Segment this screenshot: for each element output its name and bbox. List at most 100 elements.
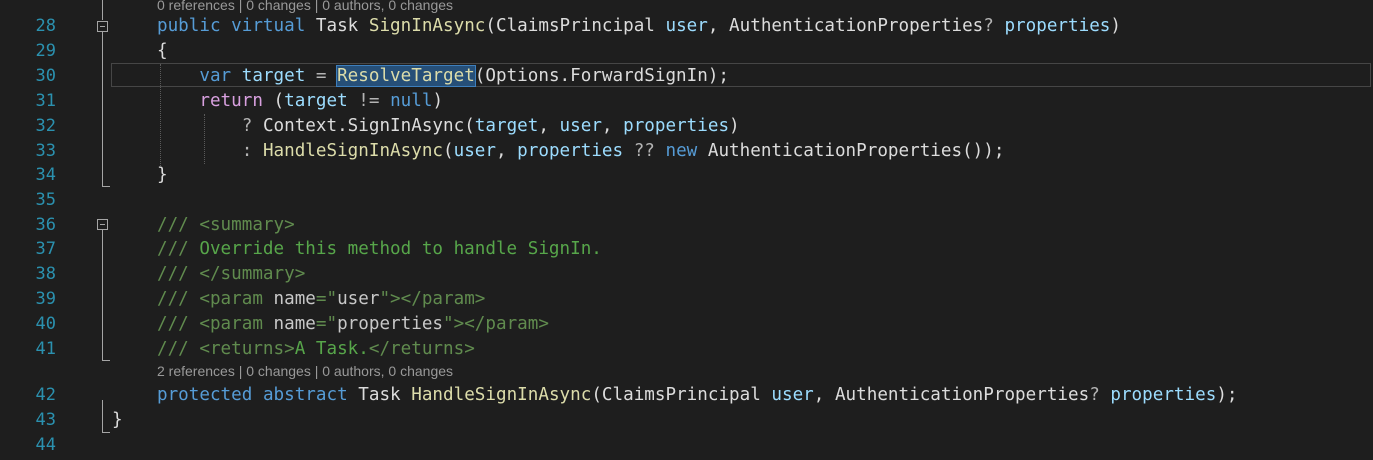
parameter: properties	[623, 116, 730, 136]
doc-comment-text: A Task.	[294, 339, 369, 359]
punctuation: (	[273, 91, 285, 111]
type-name: AuthenticationProperties	[834, 385, 1090, 405]
doc-comment-tag: </returns>	[368, 339, 475, 359]
operator: ?	[983, 16, 994, 36]
operator: ??	[633, 141, 655, 161]
type-name: AuthenticationProperties	[729, 16, 984, 36]
parameter: user	[665, 16, 708, 36]
close-brace: }	[112, 410, 123, 430]
operator: ?	[1089, 385, 1100, 405]
doc-comment-tag: </summary>	[199, 264, 306, 284]
punctuation: (	[485, 16, 496, 36]
line-number: 44	[35, 435, 56, 455]
doc-comment-slashes: ///	[157, 339, 189, 359]
doc-comment-text: Override this method to handle SignIn.	[199, 239, 602, 259]
parameter: properties	[1110, 385, 1217, 405]
code-line-30[interactable]: var target = ResolveTarget(Options.Forwa…	[157, 64, 729, 88]
punctuation: ,	[813, 385, 825, 405]
operator: =	[315, 66, 327, 86]
local-variable: target	[474, 116, 539, 136]
doc-comment-punct: ="	[315, 289, 338, 309]
code-line-43[interactable]: }	[112, 408, 123, 432]
code-line-37[interactable]: /// Override this method to handle SignI…	[157, 237, 602, 261]
parameter: user	[559, 116, 602, 136]
punctuation: ,	[538, 116, 549, 136]
keyword: var	[199, 66, 232, 86]
code-line-31[interactable]: return (target != null)	[157, 89, 443, 113]
parameter: user	[771, 385, 814, 405]
code-line-38[interactable]: /// </summary>	[157, 262, 305, 286]
punctuation: ,	[601, 116, 613, 136]
collapse-toggle-icon[interactable]	[97, 219, 108, 230]
control-keyword: return	[199, 91, 263, 111]
code-line-39[interactable]: /// <param name="user"></param>	[157, 287, 485, 311]
line-number: 43	[35, 410, 56, 430]
line-number: 31	[35, 91, 56, 111]
selected-method-name[interactable]: ResolveTarget	[336, 65, 476, 87]
line-number: 29	[35, 41, 56, 61]
operator: ?	[241, 116, 253, 136]
doc-comment-slashes: ///	[157, 289, 189, 309]
doc-comment-punct: ="	[315, 314, 338, 334]
code-line-34[interactable]: }	[157, 163, 168, 187]
doc-comment-slashes: ///	[157, 264, 189, 284]
code-line-28[interactable]: public virtual Task SignInAsync(ClaimsPr…	[157, 14, 1121, 38]
doc-comment-tag: "></param>	[443, 314, 549, 334]
keyword: new	[665, 141, 698, 161]
code-line-42[interactable]: protected abstract Task HandleSignInAsyn…	[157, 383, 1238, 407]
type-name: AuthenticationProperties	[707, 141, 963, 161]
method-name: HandleSignInAsync	[411, 385, 592, 405]
local-variable: target	[284, 91, 348, 111]
open-brace: {	[157, 41, 168, 61]
doc-comment-tag: <returns>	[199, 339, 295, 359]
line-number: 36	[35, 215, 56, 235]
code-line-40[interactable]: /// <param name="properties"></param>	[157, 312, 549, 336]
outline-end	[102, 186, 110, 187]
code-text: Context.SignInAsync(	[262, 116, 475, 136]
parameter: properties	[1004, 16, 1111, 36]
operator: !=	[358, 91, 380, 111]
method-name: HandleSignInAsync	[262, 141, 444, 161]
punctuation: ());	[962, 141, 1005, 161]
code-text: (Options.ForwardSignIn);	[474, 66, 730, 86]
outline-end	[102, 360, 110, 361]
line-number: 33	[35, 141, 56, 161]
outline-line	[102, 32, 103, 186]
doc-comment-slashes: ///	[157, 239, 189, 259]
code-line-32[interactable]: ? Context.SignInAsync(target, user, prop…	[157, 114, 740, 138]
codelens-references[interactable]: 2 references | 0 changes | 0 authors, 0 …	[157, 362, 453, 380]
code-line-33[interactable]: : HandleSignInAsync(user, properties ?? …	[157, 139, 1005, 163]
collapse-toggle-icon[interactable]	[97, 21, 108, 32]
keyword: public	[157, 16, 221, 36]
doc-comment-tag: <param	[199, 314, 263, 334]
local-variable: target	[241, 66, 306, 86]
line-number: 32	[35, 116, 56, 136]
parameter: user	[453, 141, 496, 161]
line-number: 34	[35, 165, 56, 185]
doc-comment-tag: <summary>	[199, 215, 295, 235]
code-line-29[interactable]: {	[157, 39, 168, 63]
punctuation: ,	[495, 141, 507, 161]
doc-comment-value: user	[337, 289, 380, 309]
codelens-references[interactable]: 0 references | 0 changes | 0 authors, 0 …	[157, 0, 453, 14]
outline-line	[102, 0, 103, 20]
punctuation: (	[591, 385, 602, 405]
doc-comment-slashes: ///	[157, 215, 189, 235]
code-line-41[interactable]: /// <returns>A Task.</returns>	[157, 337, 475, 361]
punctuation: )	[1110, 16, 1121, 36]
doc-comment-value: properties	[337, 314, 444, 334]
doc-comment-attr: name	[273, 314, 316, 334]
punctuation: );	[1216, 385, 1238, 405]
type-name: Task	[315, 16, 359, 36]
punctuation: (	[443, 141, 454, 161]
line-number: 30	[35, 66, 56, 86]
keyword: virtual	[231, 16, 306, 36]
code-line-36[interactable]: /// <summary>	[157, 213, 295, 237]
outline-line	[102, 230, 103, 360]
line-number: 40	[35, 314, 56, 334]
outline-line	[102, 400, 103, 432]
punctuation: ,	[707, 16, 719, 36]
punctuation: )	[432, 91, 444, 111]
type-name: ClaimsPrincipal	[601, 385, 761, 405]
type-name: ClaimsPrincipal	[496, 16, 655, 36]
